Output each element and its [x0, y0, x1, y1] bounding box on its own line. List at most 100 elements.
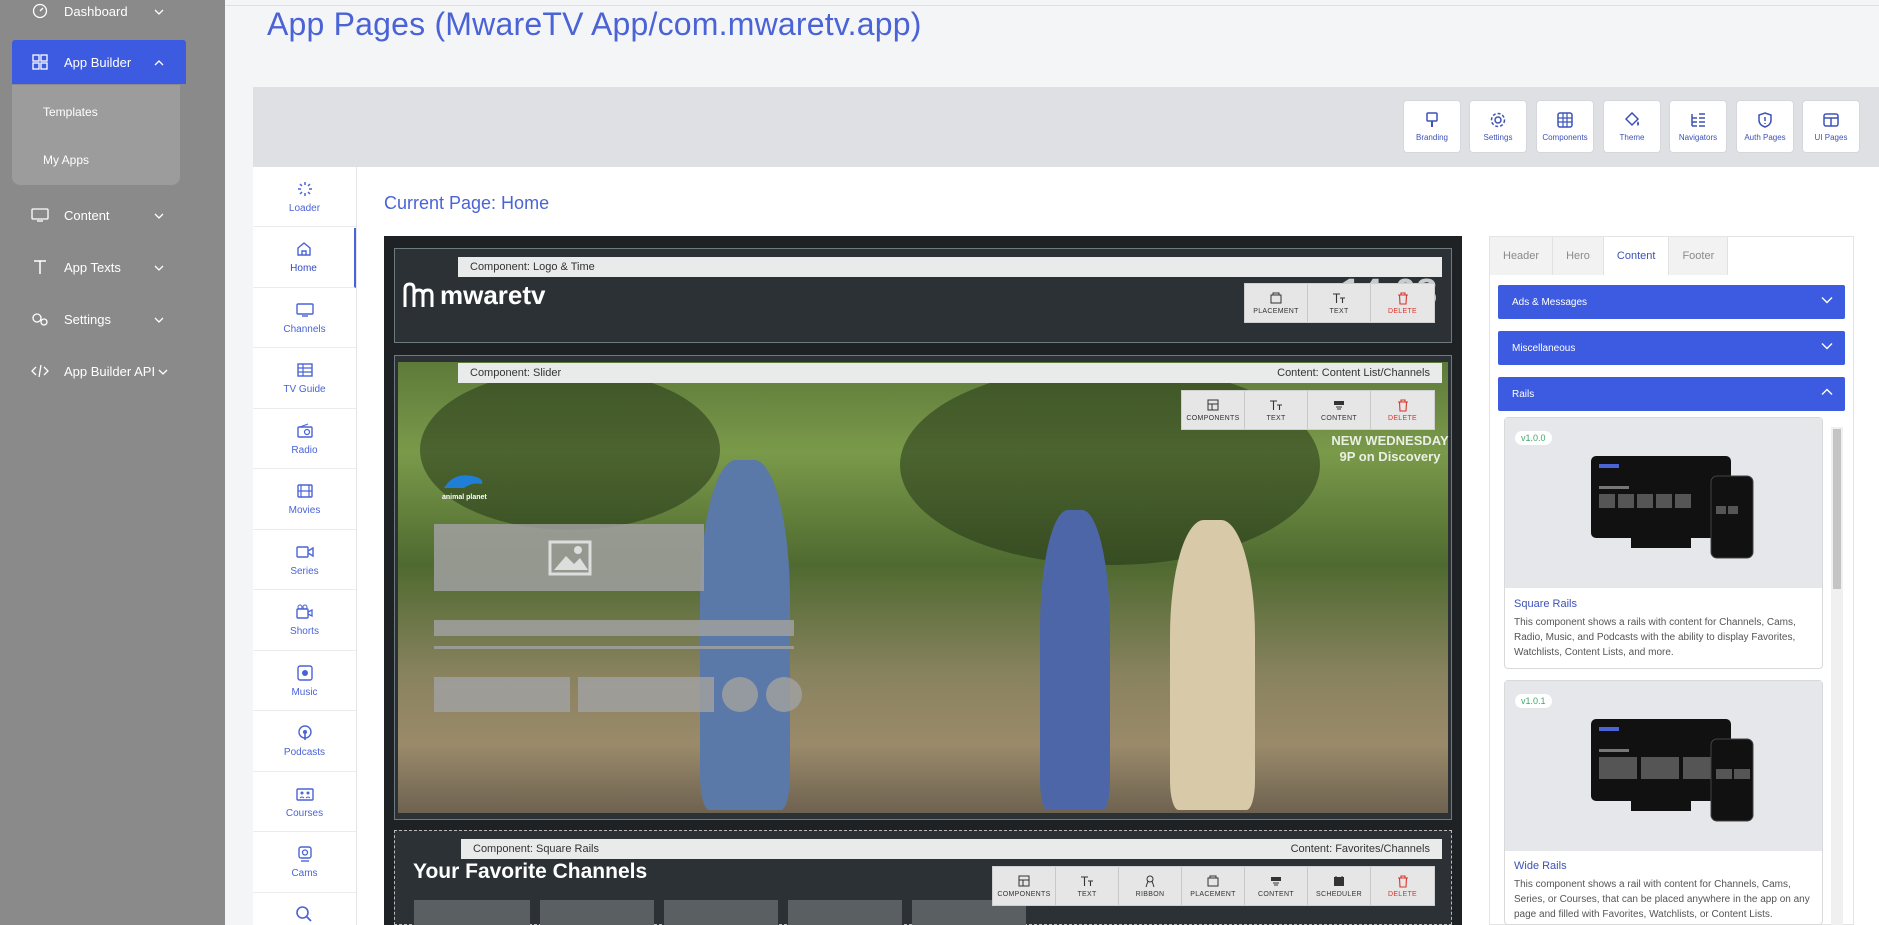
accordion-miscellaneous[interactable]: Miscellaneous [1498, 331, 1845, 365]
page-nav-label: Movies [288, 505, 321, 516]
scrollbar-thumb[interactable] [1833, 429, 1841, 589]
accordion-rails[interactable]: Rails [1498, 377, 1845, 411]
accordion-ads-messages[interactable]: Ads & Messages [1498, 285, 1845, 319]
content-button[interactable]: CONTENT [1308, 391, 1371, 429]
trash-icon [1396, 874, 1410, 888]
chevron-down-icon [154, 4, 164, 19]
toolbar-label: Components [1542, 133, 1588, 142]
components-button[interactable]: COMPONENTS [1182, 391, 1245, 429]
card-preview-image [1505, 418, 1822, 588]
video-icon [295, 543, 314, 561]
text-icon [1332, 291, 1346, 305]
components-icon [1017, 874, 1031, 888]
tab-content[interactable]: Content [1603, 237, 1670, 275]
nav-item-my-apps[interactable]: My Apps [43, 153, 89, 167]
delete-button[interactable]: DELETE [1371, 284, 1434, 322]
tab-header[interactable]: Header [1490, 237, 1554, 275]
home-icon [295, 240, 313, 258]
version-badge: v1.0.0 [1515, 431, 1552, 445]
toolbar-label: Navigators [1678, 133, 1718, 142]
toolbar-ui-pages-button[interactable]: UI Pages [1802, 100, 1860, 153]
rail-tile [540, 900, 654, 925]
card-preview-image [1505, 681, 1822, 851]
image-placeholder [434, 524, 704, 591]
text-button[interactable]: TEXT [1245, 391, 1308, 429]
page-nav-radio[interactable]: Radio [253, 409, 356, 469]
nav-label-content: Content [64, 207, 110, 223]
page-nav-label: Music [291, 686, 318, 698]
toolbar-auth-pages-button[interactable]: Auth Pages [1736, 100, 1794, 153]
page-nav-loader[interactable]: Loader [253, 167, 356, 227]
page-nav-shorts[interactable]: Shorts [253, 591, 356, 651]
nav-item-app-builder[interactable]: App Builder [12, 40, 186, 84]
animal-planet-logo: animal planet [442, 470, 487, 501]
search-icon[interactable] [295, 905, 313, 925]
rail-tile [788, 900, 902, 925]
content-icon [1269, 874, 1283, 888]
page-nav-home[interactable]: Home [253, 227, 356, 288]
webcam-icon [296, 845, 314, 863]
page-nav-channels[interactable]: Channels [253, 288, 356, 348]
page-nav-label: Home [290, 263, 317, 274]
toolbar-label: Settings [1483, 133, 1513, 142]
components-icon [1206, 398, 1220, 412]
page-nav-label: Series [290, 565, 319, 577]
tab-hero[interactable]: Hero [1553, 237, 1604, 275]
rail-tile [664, 900, 778, 925]
content-icon [1332, 398, 1346, 412]
tab-footer[interactable]: Footer [1669, 237, 1729, 275]
nav-item-app-texts[interactable]: App Texts [12, 245, 186, 289]
placement-button[interactable]: PLACEMENT [1182, 867, 1245, 905]
title-placeholder [434, 620, 794, 636]
current-page-label: Current Page: Home [384, 193, 550, 213]
chevron-down-icon [154, 312, 164, 327]
component-bar-slider: Component: Slider Content: Content List/… [458, 363, 1442, 383]
nav-item-app-builder-api[interactable]: App Builder API [12, 349, 186, 393]
settings-gears-icon [30, 309, 50, 329]
nav-item-settings[interactable]: Settings [12, 297, 186, 341]
delete-button[interactable]: DELETE [1371, 867, 1434, 905]
toolbar-branding-button[interactable]: Branding [1403, 100, 1461, 153]
chevron-down-icon [154, 208, 164, 223]
card-title: Square Rails [1514, 598, 1577, 610]
panel-scrollbar[interactable] [1831, 427, 1843, 925]
text-icon [1269, 398, 1283, 412]
nav-item-templates[interactable]: Templates [43, 105, 98, 119]
placement-button[interactable]: PLACEMENT [1245, 284, 1308, 322]
toolbar-label: Auth Pages [1744, 133, 1786, 142]
tree-icon [1689, 111, 1707, 129]
app-builder-icon [30, 52, 50, 72]
page-nav-podcasts[interactable]: Podcasts [253, 712, 356, 772]
card-description: This component shows a rails with conten… [1514, 617, 1796, 658]
gear-icon [1489, 111, 1507, 129]
paint-bucket-icon [1623, 111, 1641, 129]
nav-item-dashboard[interactable]: Dashboard [12, 0, 186, 33]
page-nav-courses[interactable]: Courses [253, 772, 356, 832]
placement-icon [1206, 874, 1220, 888]
toolbar-components-button[interactable]: Components [1536, 100, 1594, 153]
page-nav-series[interactable]: Series [253, 530, 356, 590]
page-nav-cams[interactable]: Cams [253, 833, 356, 893]
text-icon [1080, 874, 1094, 888]
nav-item-content[interactable]: Content [12, 193, 186, 237]
person-figure [1170, 520, 1255, 810]
toolbar-theme-button[interactable]: Theme [1603, 100, 1661, 153]
text-button[interactable]: TEXT [1308, 284, 1371, 322]
nav-label-dashboard: Dashboard [64, 3, 128, 19]
component-card-square-rails[interactable]: v1.0.0 Square Rails This component shows… [1504, 417, 1823, 669]
scheduler-button[interactable]: SCHEDULER [1308, 867, 1371, 905]
page-nav-music[interactable]: Music [253, 651, 356, 711]
page-nav-label: TV Guide [283, 384, 326, 395]
delete-button[interactable]: DELETE [1371, 391, 1434, 429]
page-nav-tv-guide[interactable]: TV Guide [253, 349, 356, 409]
text-button[interactable]: TEXT [1056, 867, 1119, 905]
toolbar-label: Branding [1415, 133, 1449, 142]
content-button[interactable]: CONTENT [1245, 867, 1308, 905]
component-card-wide-rails[interactable]: v1.0.1 Wide Rails This component shows a… [1504, 680, 1823, 925]
components-button[interactable]: COMPONENTS [993, 867, 1056, 905]
page-nav-movies[interactable]: Movies [253, 470, 356, 530]
toolbar-settings-button[interactable]: Settings [1469, 100, 1527, 153]
podcast-icon [296, 724, 314, 742]
toolbar-navigators-button[interactable]: Navigators [1669, 100, 1727, 153]
ribbon-button[interactable]: RIBBON [1119, 867, 1182, 905]
